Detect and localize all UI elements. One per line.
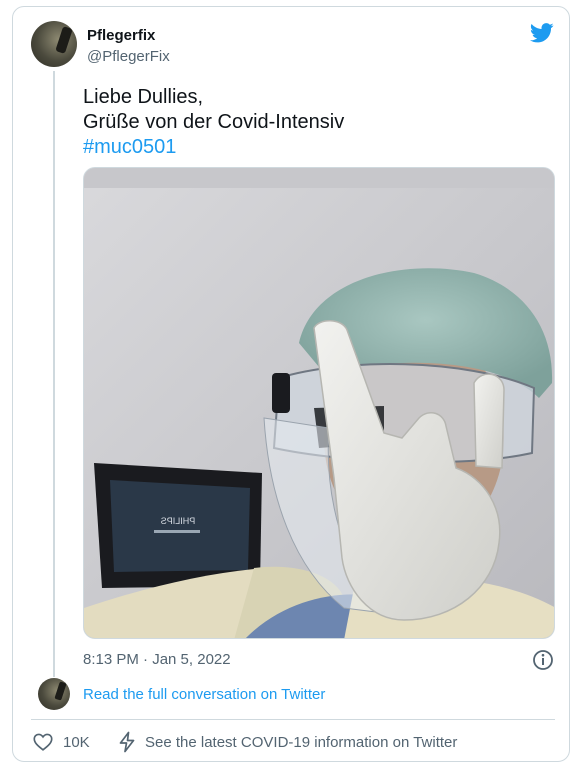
author-avatar[interactable] (31, 21, 77, 67)
tweet-card: Pflegerfix @PflegerFix Liebe Dullies, Gr… (12, 6, 570, 762)
monitor: PHILIPS (94, 463, 262, 588)
tweet-timestamp[interactable]: 8:13 PM · Jan 5, 2022 (83, 651, 231, 668)
author-name[interactable]: Pflegerfix (87, 27, 155, 44)
read-conversation-link[interactable]: Read the full conversation on Twitter (83, 686, 325, 703)
tweet-line-1: Liebe Dullies, (83, 86, 204, 108)
heart-icon[interactable] (32, 731, 54, 753)
like-count[interactable]: 10K (63, 734, 90, 751)
monitor-brand-text: PHILIPS (161, 516, 196, 526)
tweet-text: Liebe Dullies, Grüße von der Covid-Inten… (83, 85, 344, 160)
divider (31, 719, 555, 720)
photo-illustration: PHILIPS (84, 168, 554, 638)
tweet-line-2: Grüße von der Covid-Intensiv (83, 111, 345, 133)
covid-info-link[interactable]: See the latest COVID-19 information on T… (145, 734, 457, 751)
twitter-bird-icon[interactable] (530, 23, 554, 43)
hashtag-link[interactable]: #muc0501 (83, 135, 344, 160)
info-icon[interactable] (532, 649, 554, 671)
tweet-photo[interactable]: PHILIPS (83, 167, 555, 639)
author-handle[interactable]: @PflegerFix (87, 48, 170, 65)
reply-avatar[interactable] (38, 678, 70, 710)
lightning-bolt-icon[interactable] (117, 731, 137, 753)
thread-line (53, 71, 55, 677)
